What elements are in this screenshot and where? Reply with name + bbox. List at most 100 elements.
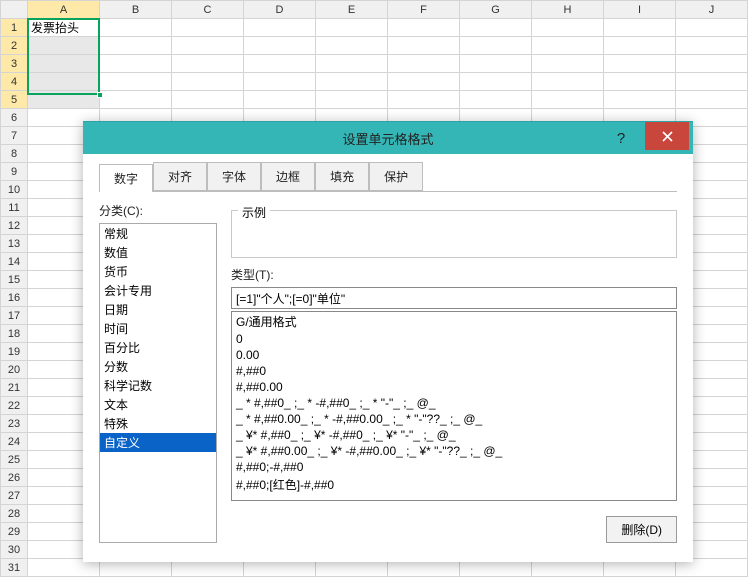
cell[interactable] xyxy=(604,37,676,55)
row-header[interactable]: 1 xyxy=(1,19,28,37)
row-header[interactable]: 20 xyxy=(1,361,28,379)
cell[interactable] xyxy=(604,73,676,91)
cell[interactable] xyxy=(244,55,316,73)
cell[interactable] xyxy=(316,37,388,55)
format-item[interactable]: 0 xyxy=(232,331,676,347)
row-header[interactable]: 18 xyxy=(1,325,28,343)
cell[interactable] xyxy=(100,91,172,109)
cell[interactable] xyxy=(532,19,604,37)
cell[interactable] xyxy=(172,55,244,73)
row-header[interactable]: 24 xyxy=(1,433,28,451)
category-item[interactable]: 会计专用 xyxy=(100,281,216,300)
row-header[interactable]: 15 xyxy=(1,271,28,289)
format-item[interactable]: G/通用格式 xyxy=(232,312,676,331)
cell[interactable] xyxy=(388,19,460,37)
category-item[interactable]: 特殊 xyxy=(100,414,216,433)
cell[interactable] xyxy=(244,37,316,55)
row-header[interactable]: 19 xyxy=(1,343,28,361)
row-header[interactable]: 28 xyxy=(1,505,28,523)
cell[interactable] xyxy=(28,91,100,109)
cell[interactable] xyxy=(676,37,748,55)
cell[interactable] xyxy=(172,19,244,37)
cell[interactable] xyxy=(532,91,604,109)
category-item[interactable]: 自定义 xyxy=(100,433,216,452)
format-item[interactable]: 0.00 xyxy=(232,347,676,363)
row-header[interactable]: 7 xyxy=(1,127,28,145)
row-header[interactable]: 9 xyxy=(1,163,28,181)
dialog-titlebar[interactable]: 设置单元格格式 ? xyxy=(83,122,693,154)
category-item[interactable]: 常规 xyxy=(100,224,216,243)
row-header[interactable]: 26 xyxy=(1,469,28,487)
tab-4[interactable]: 填充 xyxy=(315,162,369,191)
row-header[interactable]: 30 xyxy=(1,541,28,559)
close-button[interactable] xyxy=(645,122,689,150)
format-item[interactable]: #,##0;[红色]-#,##0 xyxy=(232,475,676,494)
cell[interactable] xyxy=(244,91,316,109)
row-header[interactable]: 6 xyxy=(1,109,28,127)
cell[interactable] xyxy=(532,37,604,55)
delete-button[interactable]: 删除(D) xyxy=(606,516,677,543)
type-input[interactable] xyxy=(231,287,677,309)
column-header[interactable]: C xyxy=(172,1,244,19)
cell[interactable] xyxy=(28,55,100,73)
tab-3[interactable]: 边框 xyxy=(261,162,315,191)
cell[interactable] xyxy=(316,91,388,109)
cell[interactable] xyxy=(604,55,676,73)
column-header[interactable]: J xyxy=(676,1,748,19)
format-item[interactable]: #,##0;-#,##0 xyxy=(232,459,676,475)
cell[interactable] xyxy=(100,55,172,73)
cell[interactable] xyxy=(676,55,748,73)
row-header[interactable]: 23 xyxy=(1,415,28,433)
cell[interactable] xyxy=(316,55,388,73)
tab-0[interactable]: 数字 xyxy=(99,164,153,192)
cell[interactable] xyxy=(244,19,316,37)
tab-1[interactable]: 对齐 xyxy=(153,162,207,191)
format-item[interactable]: _ ¥* #,##0.00_ ;_ ¥* -#,##0.00_ ;_ ¥* "-… xyxy=(232,443,676,459)
cell[interactable] xyxy=(460,19,532,37)
cell[interactable] xyxy=(28,37,100,55)
help-button[interactable]: ? xyxy=(601,122,641,154)
cell[interactable] xyxy=(676,91,748,109)
cell[interactable] xyxy=(28,73,100,91)
row-header[interactable]: 12 xyxy=(1,217,28,235)
category-item[interactable]: 数值 xyxy=(100,243,216,262)
tab-2[interactable]: 字体 xyxy=(207,162,261,191)
row-header[interactable]: 21 xyxy=(1,379,28,397)
cell[interactable] xyxy=(100,37,172,55)
cell[interactable] xyxy=(604,19,676,37)
cell[interactable] xyxy=(100,19,172,37)
row-header[interactable]: 13 xyxy=(1,235,28,253)
tab-5[interactable]: 保护 xyxy=(369,162,423,191)
category-item[interactable]: 货币 xyxy=(100,262,216,281)
format-item[interactable]: _ * #,##0_ ;_ * -#,##0_ ;_ * "-"_ ;_ @_ xyxy=(232,395,676,411)
cell[interactable] xyxy=(676,73,748,91)
row-header[interactable]: 4 xyxy=(1,73,28,91)
category-item[interactable]: 百分比 xyxy=(100,338,216,357)
cell[interactable] xyxy=(316,73,388,91)
cell[interactable]: 发票抬头 xyxy=(28,19,100,37)
cell[interactable] xyxy=(460,73,532,91)
cell[interactable] xyxy=(100,73,172,91)
row-header[interactable]: 5 xyxy=(1,91,28,109)
cell[interactable] xyxy=(388,73,460,91)
cell[interactable] xyxy=(388,55,460,73)
format-item[interactable]: #,##0 xyxy=(232,363,676,379)
cell[interactable] xyxy=(388,37,460,55)
row-header[interactable]: 25 xyxy=(1,451,28,469)
row-header[interactable]: 22 xyxy=(1,397,28,415)
cell[interactable] xyxy=(460,37,532,55)
cell[interactable] xyxy=(316,19,388,37)
format-item[interactable]: #,##0.00 xyxy=(232,379,676,395)
cell[interactable] xyxy=(172,73,244,91)
format-listbox[interactable]: G/通用格式00.00#,##0#,##0.00_ * #,##0_ ;_ * … xyxy=(231,311,677,501)
category-item[interactable]: 日期 xyxy=(100,300,216,319)
column-header[interactable]: A xyxy=(28,1,100,19)
column-header[interactable]: E xyxy=(316,1,388,19)
column-header[interactable]: D xyxy=(244,1,316,19)
category-item[interactable]: 时间 xyxy=(100,319,216,338)
category-listbox[interactable]: 常规数值货币会计专用日期时间百分比分数科学记数文本特殊自定义 xyxy=(99,223,217,543)
column-header[interactable]: F xyxy=(388,1,460,19)
cell[interactable] xyxy=(172,91,244,109)
row-header[interactable]: 17 xyxy=(1,307,28,325)
row-header[interactable]: 3 xyxy=(1,55,28,73)
